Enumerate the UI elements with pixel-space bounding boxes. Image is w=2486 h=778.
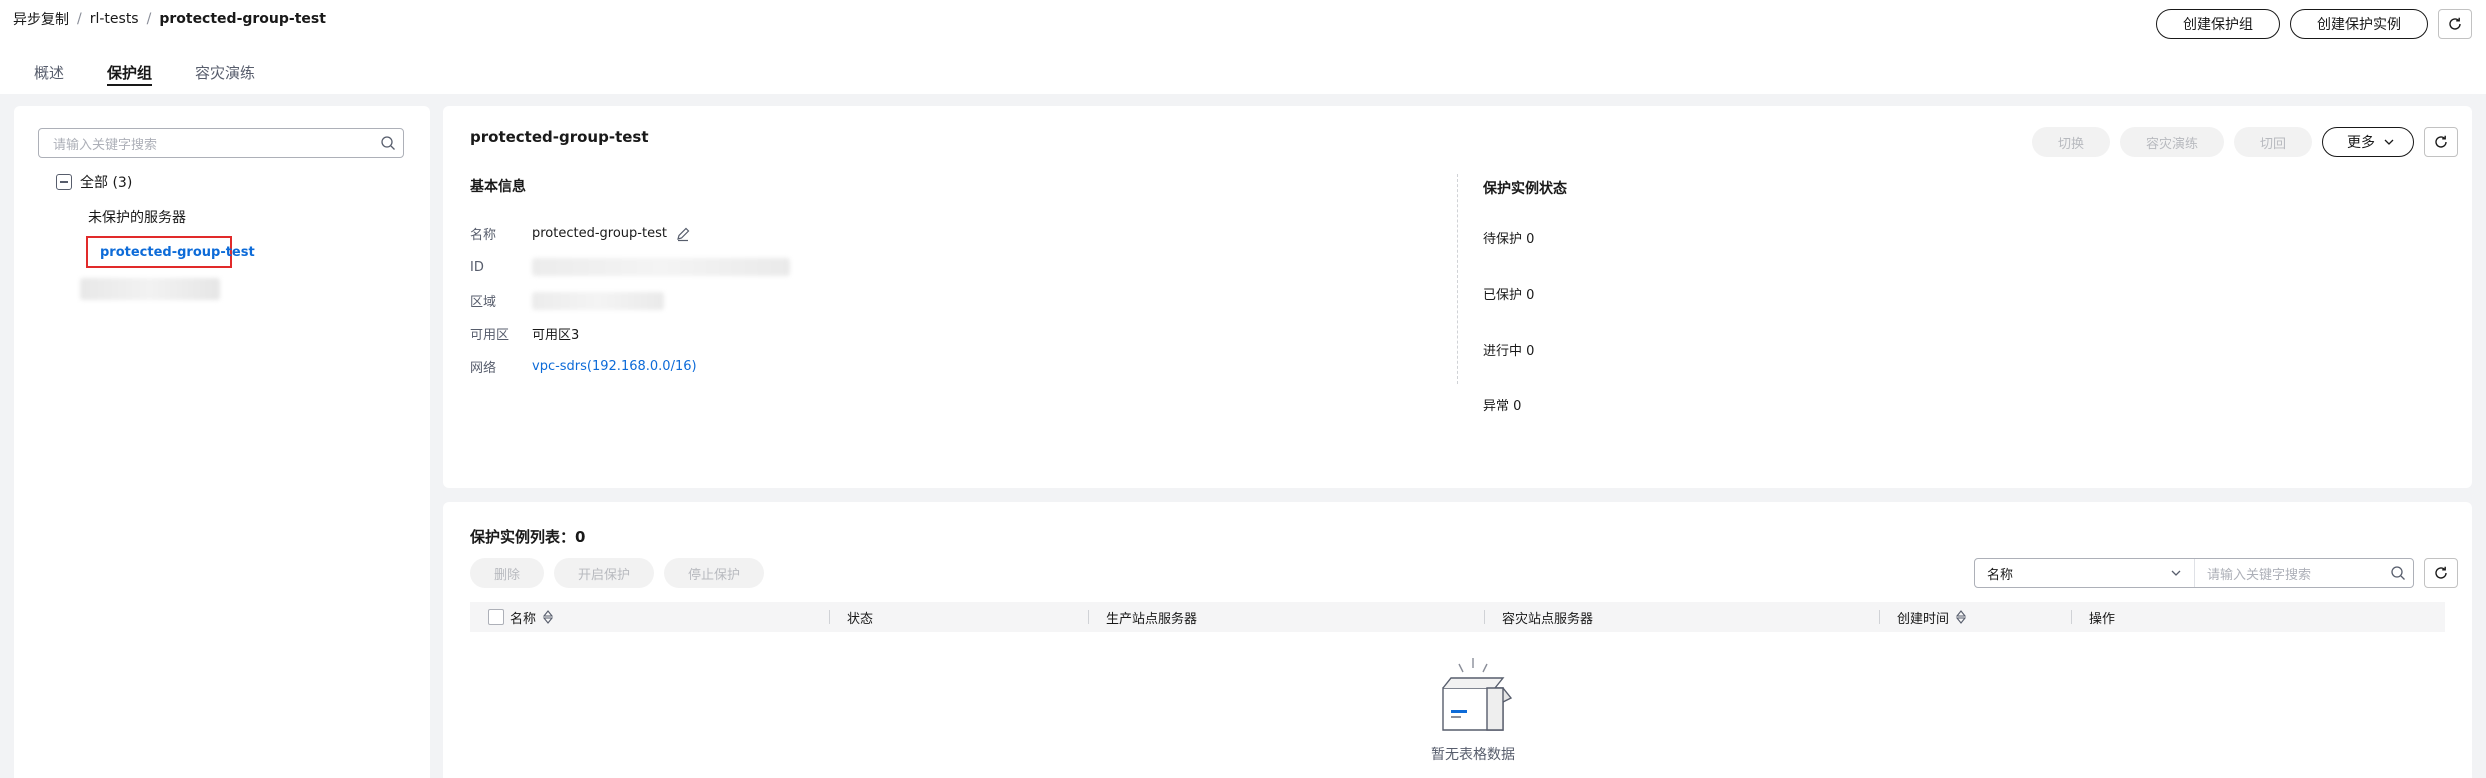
group-search-placeholder: 请输入关键字搜索: [53, 137, 158, 153]
tree-root-all[interactable]: 全部 (3): [56, 172, 132, 192]
instance-list-actions: 删除 开启保护 停止保护: [470, 558, 765, 588]
group-detail-card: protected-group-test 切换 容灾演练 切回 更多 基本信息 …: [443, 106, 2472, 488]
switchback-button[interactable]: 切回: [2233, 127, 2312, 157]
create-protection-instance-button[interactable]: 创建保护实例: [2290, 9, 2428, 39]
column-created-time-label: 创建时间: [1897, 611, 1950, 627]
group-search-input[interactable]: 请输入关键字搜索: [38, 128, 404, 158]
breadcrumb: 异步复制 / rl-tests / protected-group-test: [13, 9, 326, 29]
list-refresh-button[interactable]: [2424, 558, 2458, 588]
empty-state-text: 暂无表格数据: [1431, 747, 1515, 763]
sort-icon[interactable]: [542, 610, 554, 624]
name-value: protected-group-test: [532, 226, 691, 242]
az-value: 可用区3: [532, 328, 580, 343]
network-link[interactable]: vpc-sdrs(192.168.0.0/16): [532, 359, 697, 374]
column-separator: [2071, 610, 2072, 624]
tab-dr-drill[interactable]: 容灾演练: [195, 46, 255, 94]
tab-overview[interactable]: 概述: [34, 46, 64, 94]
switch-button[interactable]: 切换: [2031, 127, 2110, 157]
start-protection-button[interactable]: 开启保护: [554, 558, 655, 588]
column-separator: [829, 610, 830, 624]
tree-item-unprotected-servers[interactable]: 未保护的服务器: [88, 207, 186, 227]
info-row-network: 网络 vpc-sdrs(192.168.0.0/16): [470, 357, 697, 376]
search-icon[interactable]: [2383, 565, 2413, 581]
instance-table-header: 名称 状态 生产站点服务器 容灾站点服务器 创建时间 操作: [470, 602, 2445, 632]
instance-filter-group: 名称 请输入关键字搜索: [1974, 558, 2458, 588]
stop-protection-button[interactable]: 停止保护: [664, 558, 765, 588]
breadcrumb-item-async-replication[interactable]: 异步复制: [13, 9, 69, 29]
info-row-name: 名称 protected-group-test: [470, 224, 691, 243]
status-protected: 已保护 0: [1483, 288, 1535, 303]
create-protection-group-button[interactable]: 创建保护组: [2156, 9, 2280, 39]
tree-item-redacted[interactable]: [80, 278, 220, 300]
az-label: 可用区: [470, 328, 510, 343]
breadcrumb-current: protected-group-test: [159, 11, 326, 27]
column-dr-server: 容灾站点服务器: [1502, 611, 1594, 627]
network-label: 网络: [470, 361, 497, 376]
breadcrumb-separator: /: [146, 11, 152, 27]
breadcrumb-separator: /: [77, 11, 82, 27]
tree-item-protected-group-test[interactable]: protected-group-test: [86, 236, 255, 268]
basic-info-title: 基本信息: [470, 179, 526, 195]
info-row-id: ID: [470, 258, 790, 276]
name-label: 名称: [470, 228, 497, 243]
tab-bar: 概述 保护组 容灾演练: [0, 46, 2486, 94]
filter-field-value: 名称: [1987, 567, 2014, 583]
column-actions: 操作: [2089, 611, 2116, 627]
more-dropdown-button[interactable]: 更多: [2322, 127, 2414, 157]
column-separator: [1484, 610, 1485, 624]
id-value-redacted: [532, 258, 790, 276]
empty-box-icon: [1442, 658, 1513, 731]
select-all-checkbox[interactable]: [488, 609, 504, 625]
refresh-icon: [2435, 135, 2447, 148]
column-created-time[interactable]: 创建时间: [1897, 602, 1967, 632]
dr-drill-button[interactable]: 容灾演练: [2119, 127, 2224, 157]
column-name-label: 名称: [510, 611, 537, 627]
sort-icon[interactable]: [1955, 610, 1967, 624]
id-label: ID: [470, 259, 484, 275]
column-separator: [1879, 610, 1880, 624]
detail-title: protected-group-test: [470, 128, 649, 146]
delete-button[interactable]: 删除: [470, 558, 545, 588]
instance-status-title: 保护实例状态: [1483, 181, 1567, 197]
instance-list-title: 保护实例列表：0: [470, 528, 586, 546]
search-icon[interactable]: [373, 129, 403, 157]
detail-refresh-button[interactable]: [2424, 127, 2458, 157]
group-name-text: protected-group-test: [532, 226, 667, 241]
region-value-redacted: [532, 291, 664, 310]
collapse-icon[interactable]: [56, 174, 72, 190]
tab-protection-group[interactable]: 保护组: [107, 46, 153, 94]
tree-root-label: 全部 (3): [80, 175, 133, 191]
column-separator: [1088, 610, 1089, 624]
breadcrumb-item-rl-tests[interactable]: rl-tests: [90, 11, 139, 27]
instance-filter-box: 名称 请输入关键字搜索: [1974, 558, 2414, 588]
section-divider: [1457, 174, 1458, 384]
detail-actions: 切换 容灾演练 切回 更多: [2031, 127, 2458, 157]
empty-state: 暂无表格数据: [1393, 652, 1553, 764]
protection-instance-list-card: 保护实例列表：0 删除 开启保护 停止保护 名称 请输入关键字搜索 名称 状态 …: [443, 502, 2472, 778]
edit-icon[interactable]: [675, 226, 691, 242]
instance-search-placeholder: 请输入关键字搜索: [2207, 567, 2312, 583]
status-abnormal: 异常 0: [1483, 399, 1522, 414]
group-tree-panel: 请输入关键字搜索 全部 (3) 未保护的服务器 protected-group-…: [14, 106, 430, 778]
refresh-icon: [2435, 566, 2447, 579]
chevron-down-icon: [2384, 139, 2394, 145]
refresh-icon: [2449, 17, 2461, 30]
status-in-progress: 进行中 0: [1483, 344, 1535, 359]
header-refresh-button[interactable]: [2438, 9, 2472, 39]
more-label: 更多: [2347, 135, 2375, 151]
chevron-down-icon: [2171, 570, 2181, 576]
column-production-server: 生产站点服务器: [1106, 611, 1198, 627]
top-bar: 异步复制 / rl-tests / protected-group-test 创…: [0, 0, 2486, 46]
column-status: 状态: [847, 611, 874, 627]
header-actions: 创建保护组 创建保护实例: [2156, 9, 2472, 39]
column-name[interactable]: 名称: [488, 602, 554, 632]
filter-field-select[interactable]: 名称: [1975, 559, 2195, 587]
instance-search-input[interactable]: 请输入关键字搜索: [2195, 564, 2413, 583]
info-row-az: 可用区 可用区3: [470, 324, 579, 343]
status-pending: 待保护 0: [1483, 232, 1535, 247]
info-row-region: 区域: [470, 291, 664, 310]
region-label: 区域: [470, 295, 497, 310]
